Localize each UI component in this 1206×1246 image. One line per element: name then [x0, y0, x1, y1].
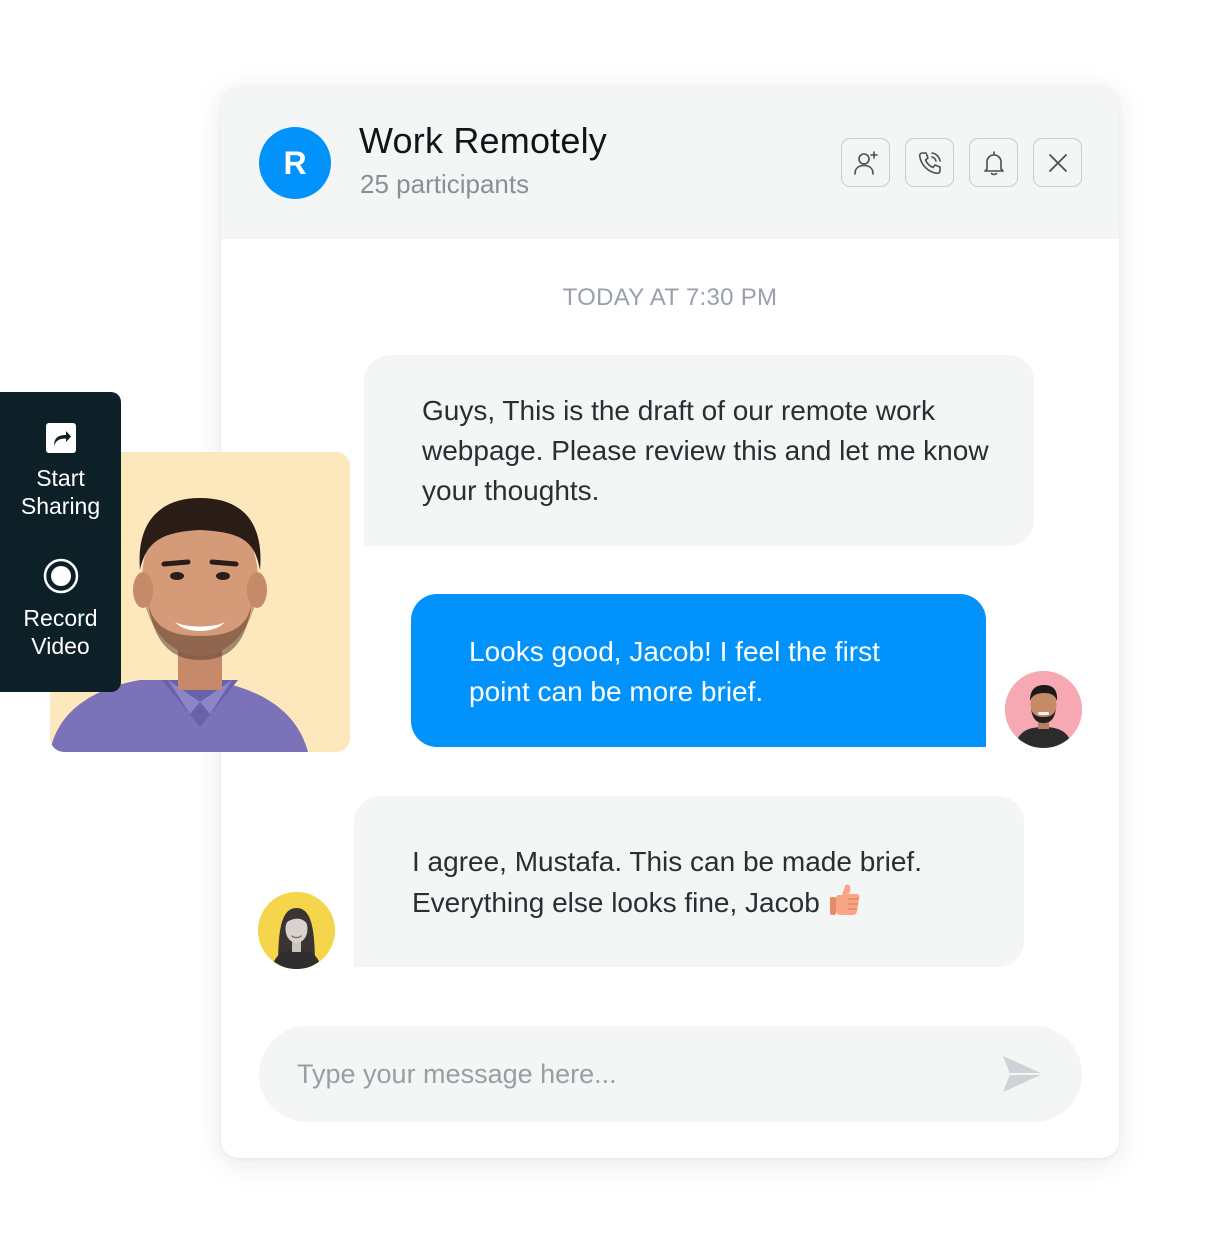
share-screen-icon	[45, 423, 76, 453]
avatar-participant	[258, 892, 335, 969]
thumbs-up-emoji	[828, 882, 862, 929]
chat-title: Work Remotely	[359, 120, 607, 161]
send-button[interactable]	[1001, 1054, 1045, 1094]
stage: R Work Remotely 25 participants TODAY AT…	[0, 0, 1206, 1246]
message-bubble-outgoing: Looks good, Jacob! I feel the first poin…	[411, 594, 986, 747]
message-input[interactable]	[297, 1026, 977, 1122]
add-user-icon	[853, 150, 878, 175]
side-toolbar: Start Sharing Record Video	[0, 392, 121, 692]
message-bubble-incoming: Guys, This is the draft of our remote wo…	[364, 355, 1034, 546]
user-avatar-icon	[258, 892, 335, 969]
close-button[interactable]	[1033, 138, 1082, 187]
group-avatar: R	[259, 127, 331, 199]
bell-icon	[983, 150, 1004, 175]
close-icon	[1048, 153, 1067, 172]
record-video-label: Record Video	[23, 605, 98, 659]
start-sharing-button[interactable]: Start Sharing	[0, 422, 121, 520]
participant-count: 25 participants	[360, 169, 530, 199]
call-button[interactable]	[905, 138, 954, 187]
chat-window: R Work Remotely 25 participants TODAY AT…	[221, 86, 1119, 1158]
record-icon	[43, 558, 78, 594]
avatar-mustafa	[1005, 671, 1082, 748]
header-actions	[841, 138, 1082, 187]
message-bubble-incoming: I agree, Mustafa. This can be made brief…	[354, 796, 1024, 967]
send-icon	[1003, 1056, 1043, 1092]
start-sharing-label: Start Sharing	[20, 465, 101, 519]
add-participant-button[interactable]	[841, 138, 890, 187]
notifications-button[interactable]	[969, 138, 1018, 187]
record-video-button[interactable]: Record Video	[0, 558, 121, 660]
phone-call-icon	[918, 151, 941, 174]
message-text: Guys, This is the draft of our remote wo…	[422, 395, 989, 506]
message-timestamp: TODAY AT 7:30 PM	[562, 284, 778, 311]
user-avatar-icon	[1005, 671, 1082, 748]
message-text: Looks good, Jacob! I feel the first poin…	[469, 636, 880, 707]
message-composer	[259, 1026, 1082, 1122]
chat-header: R Work Remotely 25 participants	[221, 86, 1119, 239]
